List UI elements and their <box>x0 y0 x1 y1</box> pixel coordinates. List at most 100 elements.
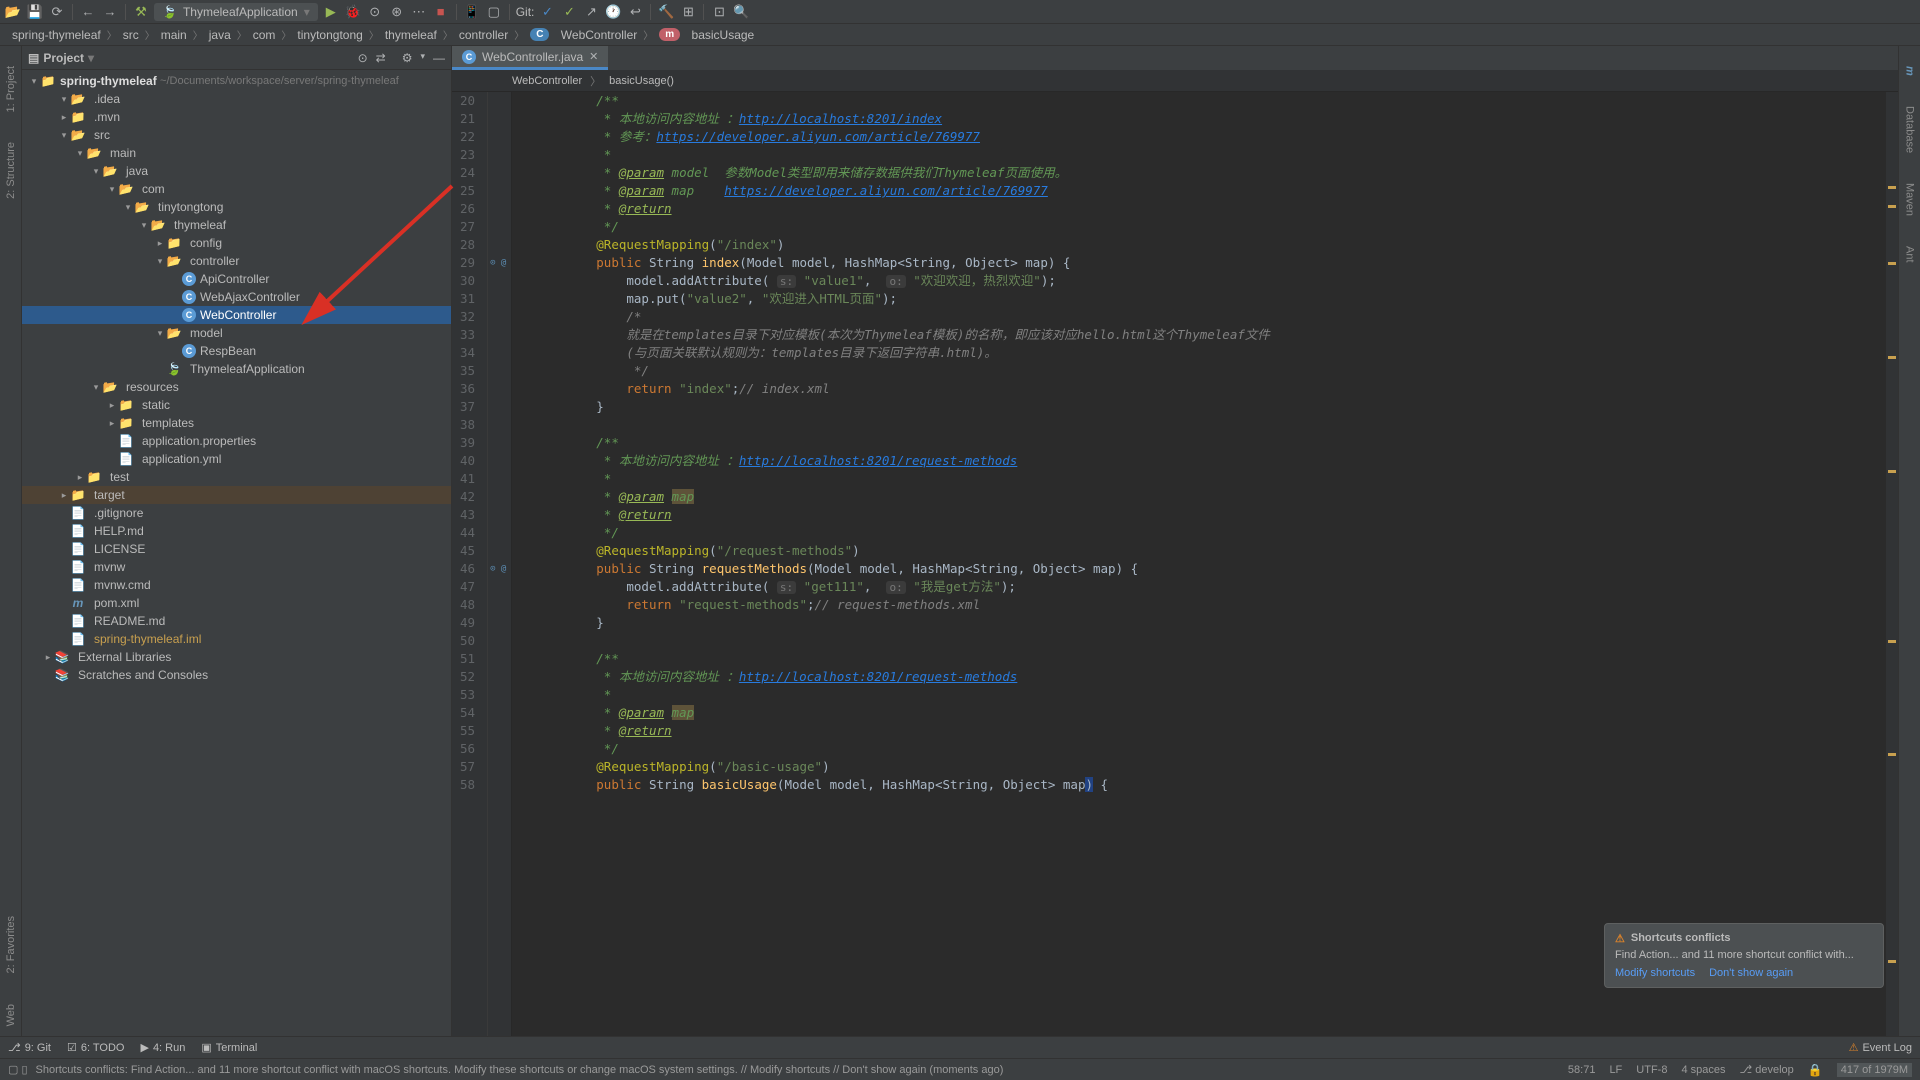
tree-item-external-libraries[interactable]: ▸📚External Libraries <box>22 648 451 666</box>
run-configuration[interactable]: 🍃 ThymeleafApplication ▾ <box>154 3 318 21</box>
git-push-icon[interactable]: ↗ <box>582 3 600 21</box>
tree-item-help-md[interactable]: 📄HELP.md <box>22 522 451 540</box>
debug-icon[interactable]: 🐞 <box>344 3 362 21</box>
indent[interactable]: 4 spaces <box>1681 1064 1725 1076</box>
tool-ant[interactable]: Ant <box>1904 246 1916 263</box>
tree-item-java[interactable]: ▾📂java <box>22 162 451 180</box>
error-stripe[interactable] <box>1886 92 1898 1036</box>
hide-icon[interactable]: — <box>433 51 445 65</box>
tree-item--gitignore[interactable]: 📄.gitignore <box>22 504 451 522</box>
git-branch[interactable]: ⎇ develop <box>1739 1063 1793 1076</box>
tool-git[interactable]: ⎇9: Git <box>8 1041 51 1054</box>
tree-item-pom-xml[interactable]: mpom.xml <box>22 594 451 612</box>
readonly-icon[interactable]: 🔒 <box>1808 1063 1823 1077</box>
structure-icon[interactable]: ⊞ <box>679 3 697 21</box>
open-icon[interactable]: 📂 <box>4 3 22 21</box>
forward-icon[interactable]: → <box>101 3 119 21</box>
tree-item-target[interactable]: ▸📁target <box>22 486 451 504</box>
profile-icon[interactable]: ⊛ <box>388 3 406 21</box>
memory[interactable]: 417 of 1979M <box>1837 1063 1912 1077</box>
tree-item-mvnw[interactable]: 📄mvnw <box>22 558 451 576</box>
git-commit-icon[interactable]: ✓ <box>560 3 578 21</box>
settings-icon[interactable]: ⚙ <box>402 51 413 65</box>
git-update-icon[interactable]: ✓ <box>538 3 556 21</box>
hammer-icon[interactable]: ⚒ <box>132 3 150 21</box>
tree-item-static[interactable]: ▸📁static <box>22 396 451 414</box>
tool-terminal[interactable]: ▣Terminal <box>201 1041 257 1054</box>
coverage-icon[interactable]: ⊙ <box>366 3 384 21</box>
tree-item-webajaxcontroller[interactable]: CWebAjaxController <box>22 288 451 306</box>
tree-item-main[interactable]: ▾📂main <box>22 144 451 162</box>
breadcrumb-method[interactable]: basicUsage() <box>609 75 674 87</box>
tool-run[interactable]: ▶4: Run <box>140 1041 185 1054</box>
line-separator[interactable]: LF <box>1609 1064 1622 1076</box>
tool-todo[interactable]: ☑6: TODO <box>67 1041 124 1054</box>
tree-item-config[interactable]: ▸📁config <box>22 234 451 252</box>
target-icon[interactable]: ⊙ <box>358 51 368 65</box>
tree-item-readme-md[interactable]: 📄README.md <box>22 612 451 630</box>
crumb[interactable]: com <box>249 26 280 44</box>
cursor-position[interactable]: 58:71 <box>1568 1064 1596 1076</box>
run-icon[interactable]: ▶ <box>322 3 340 21</box>
modify-shortcuts-link[interactable]: Modify shortcuts <box>1615 967 1695 979</box>
tool-favorites[interactable]: 2: Favorites <box>5 916 17 973</box>
tree-item--mvn[interactable]: ▸📁.mvn <box>22 108 451 126</box>
tree-item--idea[interactable]: ▾📂.idea <box>22 90 451 108</box>
tree-item-thymeleaf[interactable]: ▾📂thymeleaf <box>22 216 451 234</box>
sidebar-title[interactable]: ▤Project▾ <box>28 51 94 65</box>
tree-item-thymeleafapplication[interactable]: 🍃ThymeleafApplication <box>22 360 451 378</box>
dont-show-link[interactable]: Don't show again <box>1709 967 1793 979</box>
tree-item-src[interactable]: ▾📂src <box>22 126 451 144</box>
tree-item-controller[interactable]: ▾📂controller <box>22 252 451 270</box>
tree-item-apicontroller[interactable]: CApiController <box>22 270 451 288</box>
crumb[interactable]: thymeleaf <box>381 26 441 44</box>
code-content[interactable]: /** * 本地访问内容地址 ：http://localhost:8201/in… <box>512 92 1886 1036</box>
status-icons[interactable]: ▢ ▯ <box>8 1063 28 1076</box>
crumb[interactable]: java <box>205 26 235 44</box>
tree-item-test[interactable]: ▸📁test <box>22 468 451 486</box>
avd-icon[interactable]: ▢ <box>485 3 503 21</box>
tree-item-scratches-and-consoles[interactable]: 📚Scratches and Consoles <box>22 666 451 684</box>
git-history-icon[interactable]: 🕐 <box>604 3 622 21</box>
screen-icon[interactable]: ⊡ <box>710 3 728 21</box>
breadcrumb-class[interactable]: WebController <box>512 75 582 87</box>
tool-maven[interactable]: Maven <box>1904 183 1916 216</box>
back-icon[interactable]: ← <box>79 3 97 21</box>
tree-item-tinytongtong[interactable]: ▾📂tinytongtong <box>22 198 451 216</box>
file-encoding[interactable]: UTF-8 <box>1636 1064 1667 1076</box>
expand-icon[interactable]: ⇄ <box>376 51 386 65</box>
save-icon[interactable]: 💾 <box>26 3 44 21</box>
crumb[interactable]: m basicUsage <box>655 26 758 44</box>
tree-item-license[interactable]: 📄LICENSE <box>22 540 451 558</box>
tree-item-templates[interactable]: ▸📁templates <box>22 414 451 432</box>
tree-item-application-yml[interactable]: 📄application.yml <box>22 450 451 468</box>
close-icon[interactable]: ✕ <box>589 50 598 63</box>
tool-database[interactable]: Database <box>1904 106 1916 153</box>
device-icon[interactable]: 📱 <box>463 3 481 21</box>
tool-web[interactable]: Web <box>5 1004 17 1026</box>
crumb[interactable]: C WebController <box>526 26 641 44</box>
more-icon[interactable]: ⋯ <box>410 3 428 21</box>
tree-item-spring-thymeleaf-iml[interactable]: 📄spring-thymeleaf.iml <box>22 630 451 648</box>
tab-webcontroller[interactable]: C WebController.java ✕ <box>452 46 608 70</box>
tree-item-com[interactable]: ▾📂com <box>22 180 451 198</box>
stop-icon[interactable]: ■ <box>432 3 450 21</box>
reload-icon[interactable]: ⟳ <box>48 3 66 21</box>
tree-item-model[interactable]: ▾📂model <box>22 324 451 342</box>
hammer2-icon[interactable]: 🔨 <box>657 3 675 21</box>
crumb[interactable]: main <box>157 26 191 44</box>
tool-structure[interactable]: 2: Structure <box>5 142 17 199</box>
git-revert-icon[interactable]: ↩ <box>626 3 644 21</box>
tree-item-resources[interactable]: ▾📂resources <box>22 378 451 396</box>
tool-eventlog[interactable]: Event Log <box>1862 1042 1912 1054</box>
crumb[interactable]: spring-thymeleaf <box>8 26 105 44</box>
tool-project[interactable]: 1: Project <box>5 66 17 112</box>
search-icon[interactable]: 🔍 <box>732 3 750 21</box>
tree-item-mvnw-cmd[interactable]: 📄mvnw.cmd <box>22 576 451 594</box>
crumb[interactable]: src <box>119 26 143 44</box>
project-tree[interactable]: ▾ 📁 spring-thymeleaf ~/Documents/workspa… <box>22 70 451 1036</box>
tree-item-respbean[interactable]: CRespBean <box>22 342 451 360</box>
tree-item-application-properties[interactable]: 📄application.properties <box>22 432 451 450</box>
tree-item-webcontroller[interactable]: CWebController <box>22 306 451 324</box>
crumb[interactable]: tinytongtong <box>293 26 366 44</box>
